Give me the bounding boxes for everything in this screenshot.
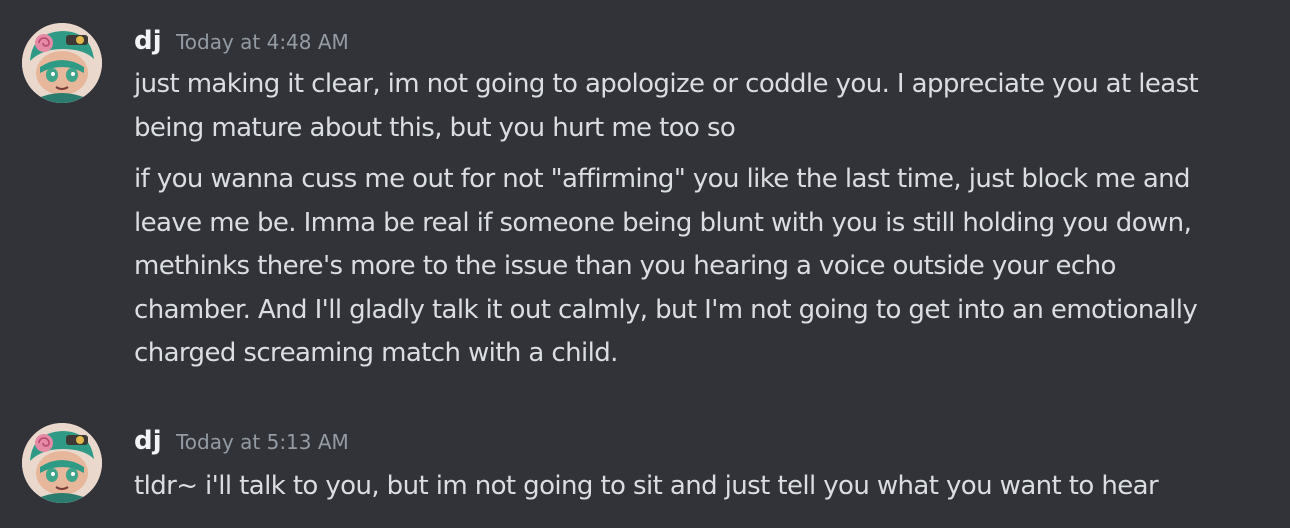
timestamp[interactable]: Today at 4:48 AM: [176, 30, 349, 54]
message-text-line: tldr~ i'll talk to you, but im not going…: [134, 471, 1159, 501]
message-content: tldr~ i'll talk to you, but im not going…: [134, 465, 1279, 509]
message-text-line: being mature about this, but you hurt me…: [134, 112, 736, 143]
message-text-line: charged screaming match with a child.: [134, 338, 618, 368]
avatar[interactable]: [22, 423, 102, 503]
avatar[interactable]: [22, 23, 102, 103]
username[interactable]: dj: [134, 426, 162, 456]
message-text-line: just making it clear, im not going to ap…: [134, 69, 1199, 99]
message-text-line: if you wanna cuss me out for not "affirm…: [134, 164, 1191, 194]
message-text-line: chamber. And I'll gladly talk it out cal…: [134, 294, 1198, 325]
message-text-line: methinks there's more to the issue than …: [134, 251, 1116, 281]
message-paragraph: tldr~ i'll talk to you, but im not going…: [134, 465, 1279, 509]
message-paragraph: just making it clear, im not going to ap…: [134, 63, 1279, 150]
avatar-image: [22, 23, 102, 103]
message-header: dj Today at 4:48 AM: [134, 26, 349, 56]
message-content: just making it clear, im not going to ap…: [134, 63, 1279, 376]
message-header: dj Today at 5:13 AM: [134, 426, 349, 456]
username[interactable]: dj: [134, 26, 162, 56]
message-paragraph: if you wanna cuss me out for not "affirm…: [134, 158, 1279, 376]
timestamp[interactable]: Today at 5:13 AM: [176, 430, 349, 454]
avatar-image: [22, 423, 102, 503]
message-text-line: leave me be. Imma be real if someone bei…: [134, 207, 1192, 238]
